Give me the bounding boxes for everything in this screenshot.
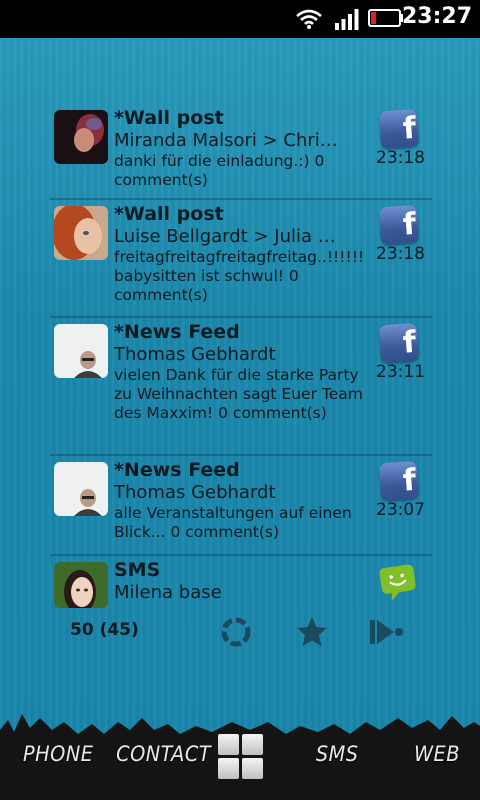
facebook-icon: f [378,460,420,502]
avatar [54,562,108,608]
item-title: SMS [114,559,161,581]
item-count: 50 (45) [70,620,139,640]
battery-icon [368,9,403,27]
item-title: *News Feed [114,321,240,343]
item-subject: Thomas Gebhardt [114,344,276,365]
item-time: 23:11 [376,362,425,382]
item-subject: Thomas Gebhardt [114,482,276,503]
dock-contact-button[interactable]: CONTACT [116,742,211,766]
facebook-icon: f [378,204,420,246]
feed-list[interactable]: *Wall post Miranda Malsori > Chri… danki… [50,104,432,608]
item-body: danki für die einladung.:) 0 comment(s) [114,152,325,189]
avatar [54,206,108,260]
refresh-icon[interactable] [218,614,254,650]
item-title: *News Feed [114,459,240,481]
bottom-dock: PHONE CONTACT SMS WEB [0,700,480,800]
list-item[interactable]: *Wall post Luise Bellgardt > Julia … fre… [50,200,432,318]
avatar [54,462,108,516]
wifi-icon [296,9,322,29]
list-item[interactable]: *Wall post Miranda Malsori > Chri… danki… [50,104,432,200]
list-item[interactable]: *News Feed Thomas Gebhardt vielen Dank f… [50,318,432,456]
item-body: alle Veranstaltungen auf einen Blick... … [114,504,352,541]
sms-bubble-icon [379,564,416,602]
dock-web-button[interactable]: WEB [414,742,460,766]
facebook-icon: f [378,108,420,150]
next-icon[interactable] [368,614,404,650]
feed-toolbar: 50 (45) [50,612,432,652]
facebook-icon: f [378,322,420,364]
status-bar: 23:27 [0,0,480,38]
item-title: *Wall post [114,203,224,225]
list-item[interactable]: SMS Milena base [50,556,432,608]
list-item[interactable]: *News Feed Thomas Gebhardt alle Veransta… [50,456,432,556]
item-subject: Milena base [114,582,222,603]
signal-icon [335,9,359,30]
star-icon[interactable] [294,614,330,650]
avatar [54,324,108,378]
item-time: 23:18 [376,244,425,264]
avatar [54,110,108,164]
dock-phone-button[interactable]: PHONE [23,742,93,766]
item-body: vielen Dank für die starke Party zu Weih… [114,366,363,422]
item-title: *Wall post [114,107,224,129]
item-subject: Miranda Malsori > Chri… [114,130,338,151]
home-grid-icon[interactable] [218,734,264,780]
dock-sms-button[interactable]: SMS [316,742,359,766]
item-body: freitagfreitagfreitagfreitag..!!!!!! bab… [114,248,365,304]
item-subject: Luise Bellgardt > Julia … [114,226,336,247]
item-time: 23:07 [376,500,425,520]
item-time: 23:18 [376,148,425,168]
clock: 23:27 [401,4,472,29]
